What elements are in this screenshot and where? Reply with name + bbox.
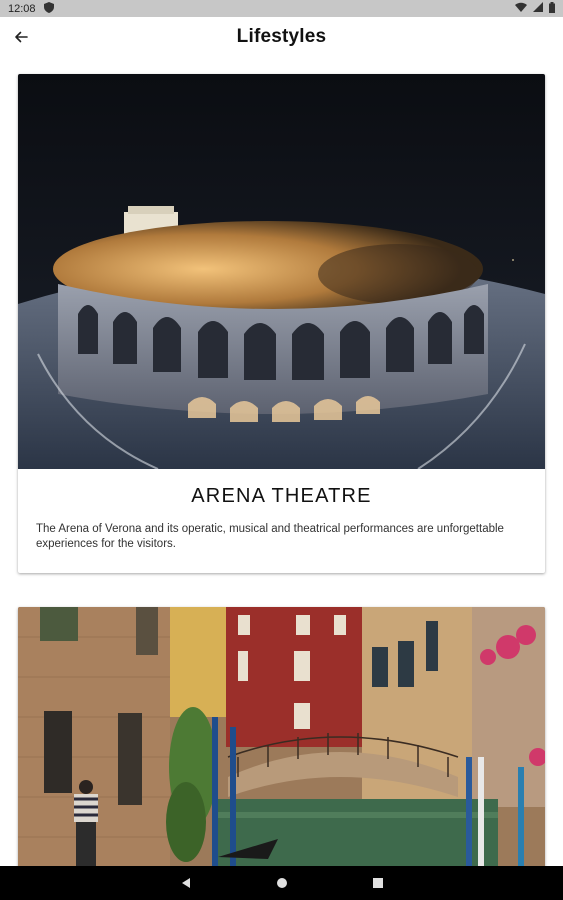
page-title: Lifestyles [236, 26, 327, 47]
nav-recents-button[interactable] [369, 874, 387, 892]
arena-photo [18, 74, 545, 469]
status-icons [515, 1, 555, 16]
card-body: ARENA THEATRE The Arena of Verona and it… [18, 469, 545, 568]
wifi-icon [515, 2, 527, 15]
battery-icon [549, 1, 555, 16]
nav-recents-icon [372, 878, 383, 888]
lifestyle-card-venice[interactable] [18, 607, 545, 877]
lifestyle-card-arena[interactable]: ARENA THEATRE The Arena of Verona and it… [18, 74, 545, 573]
arrow-back-icon [15, 31, 28, 43]
app-bar: Lifestyles [0, 17, 563, 57]
nav-home-button[interactable] [273, 874, 291, 892]
nav-home-icon [276, 878, 287, 888]
card-title: ARENA THEATRE [191, 485, 372, 507]
back-button[interactable] [10, 26, 32, 48]
screen: 12:08 Lifestyles ARENA THEATRE The Arena… [0, 0, 563, 900]
system-nav-bar [0, 866, 563, 900]
notification-shield-icon [43, 1, 54, 16]
status-bar: 12:08 [0, 0, 563, 17]
venice-canal-photo [18, 607, 545, 877]
nav-back-icon [181, 878, 190, 888]
nav-back-button[interactable] [177, 874, 195, 892]
card-description: The Arena of Verona and its operatic, mu… [36, 523, 504, 550]
status-time: 12:08 [8, 2, 36, 15]
signal-icon [533, 2, 543, 15]
